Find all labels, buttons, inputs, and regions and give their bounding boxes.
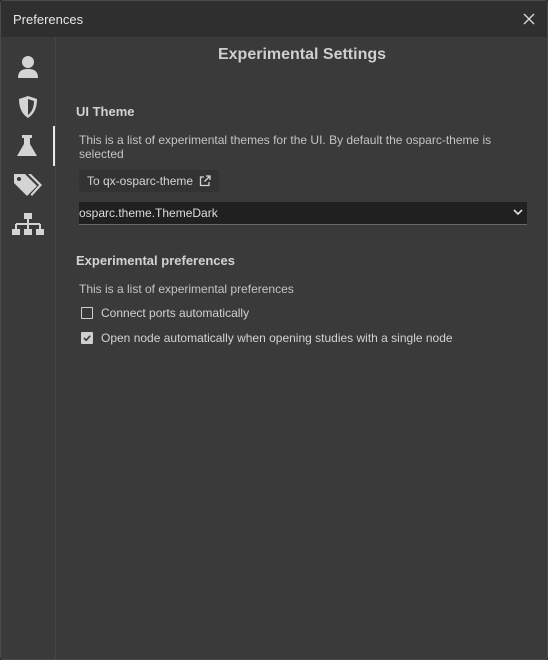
theme-select[interactable]: osparc.theme.ThemeDark: [79, 202, 527, 225]
sidebar-item-experimental[interactable]: [1, 126, 55, 166]
open-node-checkbox[interactable]: [81, 332, 93, 344]
open-node-option: Open node automatically when opening stu…: [81, 330, 453, 346]
connect-ports-label: Connect ports automatically: [101, 306, 250, 320]
shield-icon: [19, 96, 37, 118]
window-title: Preferences: [13, 12, 84, 27]
close-icon[interactable]: [521, 11, 537, 27]
page-title: Experimental Settings: [217, 46, 387, 63]
preferences-window: Preferences Experimental Settings UI The…: [0, 0, 548, 660]
external-link-icon: [199, 175, 211, 187]
sidebar: [1, 37, 56, 659]
connect-ports-option: Connect ports automatically: [81, 305, 249, 321]
flask-icon: [17, 135, 37, 156]
sidebar-item-clusters[interactable]: [1, 205, 55, 245]
osparc-theme-link-button[interactable]: To qx-osparc-theme: [79, 170, 220, 192]
tags-icon: [14, 174, 42, 196]
sidebar-item-tags[interactable]: [1, 165, 55, 205]
link-button-label: To qx-osparc-theme: [87, 174, 194, 188]
settings-panel: Experimental Settings UI Theme This is a…: [57, 37, 547, 659]
sidebar-item-security[interactable]: [1, 87, 55, 127]
chevron-down-icon: [513, 209, 523, 216]
open-node-label: Open node automatically when opening stu…: [101, 331, 453, 345]
ui-theme-heading: UI Theme: [76, 104, 135, 119]
user-icon: [18, 56, 38, 78]
theme-select-value: osparc.theme.ThemeDark: [79, 206, 218, 220]
experimental-preferences-description: This is a list of experimental preferenc…: [79, 282, 294, 296]
title-bar: Preferences: [1, 1, 547, 37]
sitemap-icon: [12, 213, 44, 235]
check-icon: [83, 335, 91, 342]
sidebar-item-profile[interactable]: [1, 47, 55, 87]
experimental-preferences-heading: Experimental preferences: [76, 253, 235, 268]
connect-ports-checkbox[interactable]: [81, 307, 93, 319]
ui-theme-description: This is a list of experimental themes fo…: [79, 133, 492, 161]
